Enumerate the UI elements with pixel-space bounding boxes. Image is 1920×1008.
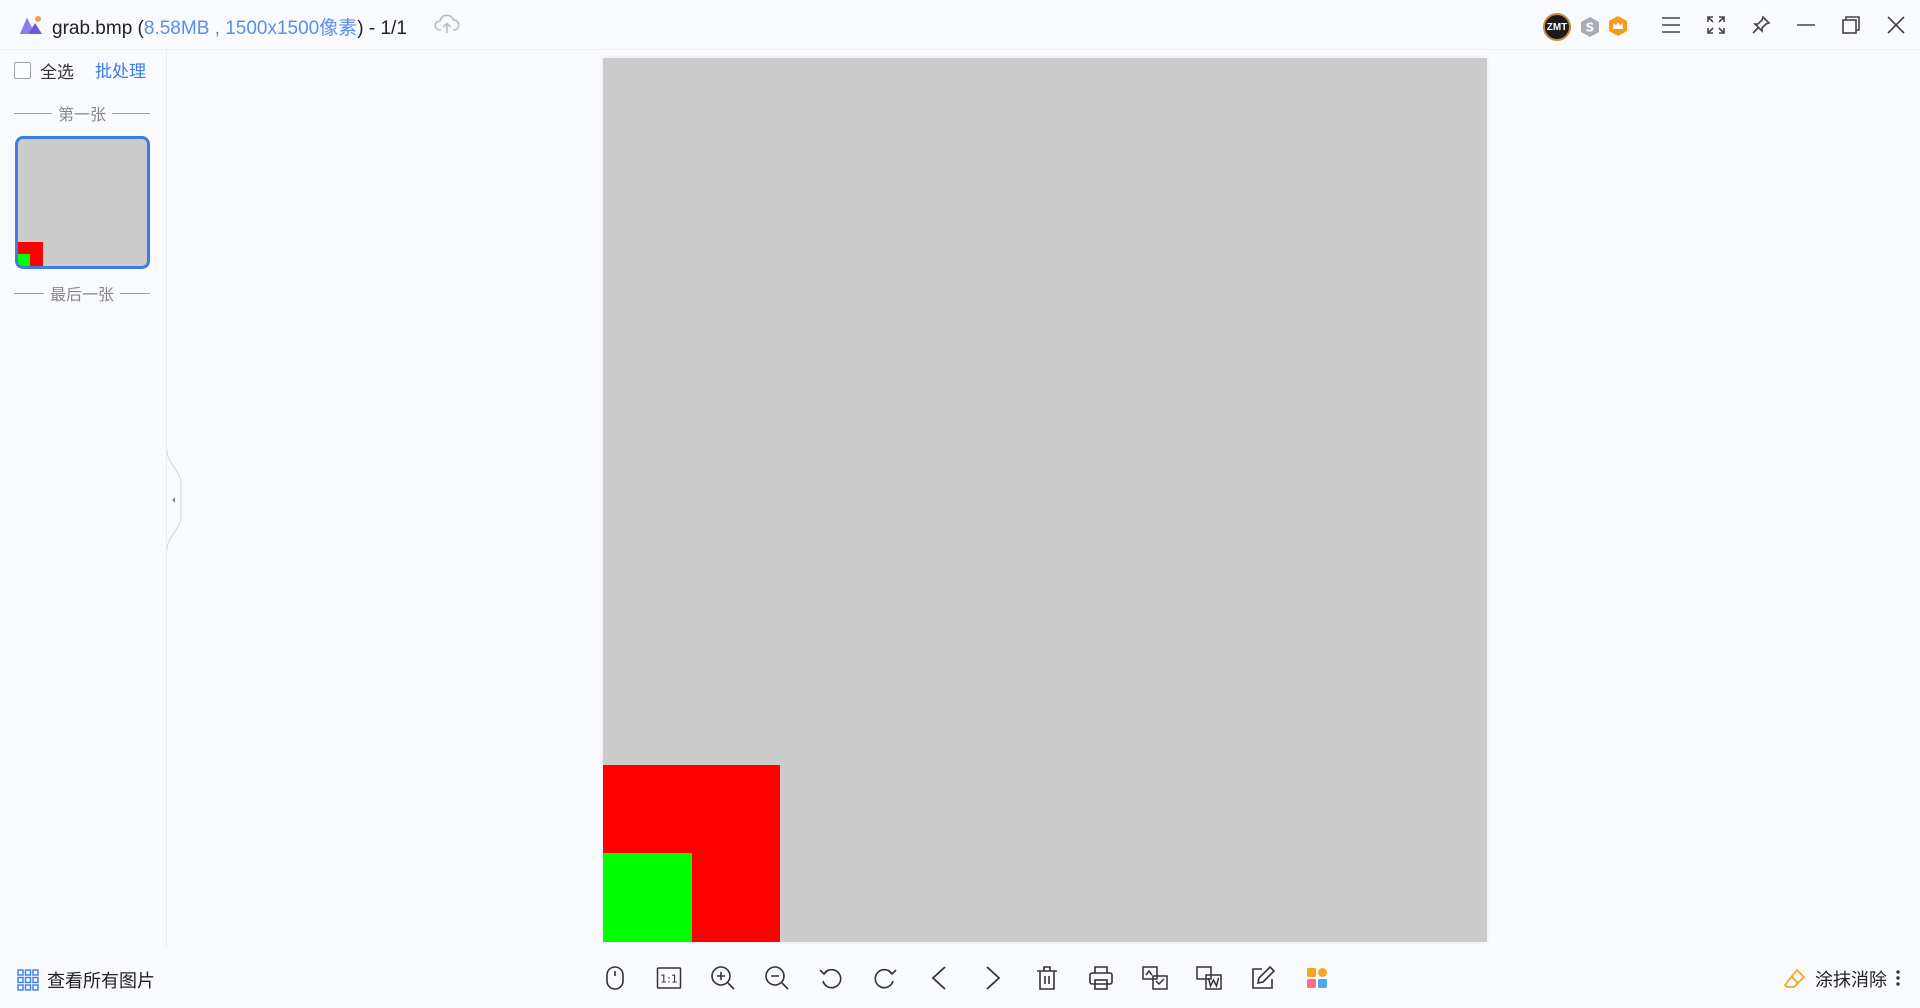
delete-icon[interactable] [1032,963,1062,993]
rotate-left-icon[interactable] [816,963,846,993]
pin-icon[interactable] [1748,12,1774,38]
mouse-icon[interactable] [600,963,630,993]
last-image-separator: 最后一张 [14,281,151,305]
restore-icon[interactable] [1838,12,1864,38]
select-all-checkbox[interactable]: 全选 [14,58,74,83]
zmt-badge-icon[interactable]: ZMT [1543,13,1571,41]
bottom-toolbar [0,948,1920,1008]
previous-icon[interactable] [924,963,954,993]
s-badge-icon[interactable]: S [1579,16,1601,38]
rotate-right-icon[interactable] [870,963,900,993]
minimize-icon[interactable] [1793,12,1819,38]
next-icon[interactable] [978,963,1008,993]
fullscreen-icon[interactable] [1703,12,1729,38]
green-square [603,853,692,942]
svg-text:1:1: 1:1 [660,973,678,986]
zoom-in-icon[interactable] [708,963,738,993]
grid-icon [17,969,39,991]
convert-icon[interactable] [1140,963,1170,993]
actual-size-icon[interactable]: 1:1 [654,963,684,993]
to-word-icon[interactable] [1194,963,1224,993]
checkbox-icon[interactable] [14,62,31,79]
menu-icon[interactable] [1658,12,1684,38]
eraser-icon [1783,967,1807,991]
cloud-upload-icon[interactable] [434,12,460,36]
page-indicator: - 1/1 [363,18,407,39]
app-logo-icon [18,14,44,36]
more-options-icon[interactable] [1892,966,1904,990]
thumbnail-item[interactable] [15,136,150,269]
thumbnail-green-square [18,254,30,266]
close-icon[interactable] [1883,12,1909,38]
print-icon[interactable] [1086,963,1116,993]
zoom-out-icon[interactable] [762,963,792,993]
batch-process-link[interactable]: 批处理 [95,57,146,82]
image-dimensions: 1500x1500像素 [225,18,358,39]
title-bar: grab.bmp (8.58MB , 1500x1500像素) - 1/1 ZM… [0,0,1920,50]
crown-badge-icon[interactable] [1607,15,1629,37]
file-name: grab.bmp [52,18,133,39]
smudge-erase-label: 涂抹消除 [1815,970,1887,990]
smudge-erase-button[interactable]: 涂抹消除 [1783,966,1887,992]
first-image-separator: 第一张 [14,101,151,125]
window-title: grab.bmp (8.58MB , 1500x1500像素) - 1/1 [52,18,407,39]
apps-icon[interactable] [1302,963,1332,993]
main-image [603,58,1487,942]
file-size: 8.58MB [143,18,210,39]
view-all-images-button[interactable]: 查看所有图片 [17,967,155,993]
svg-text:S: S [1586,21,1595,35]
edit-icon[interactable] [1248,963,1278,993]
select-all-label: 全选 [40,63,74,82]
collapse-sidebar-handle[interactable] [167,450,183,550]
view-all-label: 查看所有图片 [47,971,155,991]
